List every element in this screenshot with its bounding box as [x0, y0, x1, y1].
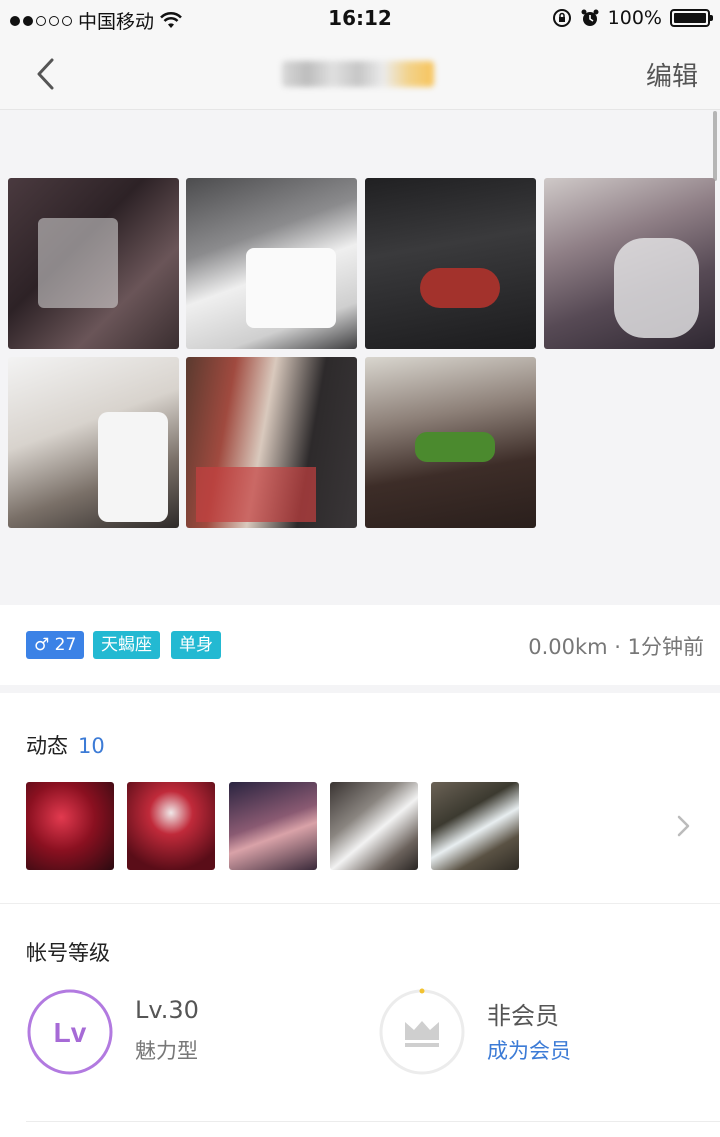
- scroll-indicator[interactable]: [713, 111, 717, 181]
- chevron-right-icon[interactable]: [674, 811, 694, 841]
- level-ring-icon: Lv: [27, 989, 113, 1075]
- profile-photo-1[interactable]: [8, 178, 179, 349]
- alarm-icon: [581, 9, 599, 26]
- edit-button[interactable]: 编辑: [646, 56, 698, 93]
- back-arrow-icon[interactable]: [30, 54, 64, 94]
- battery-percent: 100%: [607, 7, 662, 29]
- navigation-bar: 编辑: [0, 36, 720, 110]
- battery-icon: [670, 9, 713, 27]
- profile-photo-6[interactable]: [186, 357, 357, 528]
- moments-section[interactable]: 动态 10: [0, 693, 720, 903]
- divider: [26, 1121, 720, 1122]
- lv-badge-text: Lv: [54, 1017, 87, 1048]
- orientation-lock-icon: [552, 9, 571, 27]
- level-number: Lv.30: [135, 996, 199, 1024]
- moment-thumbnail-4[interactable]: [330, 782, 418, 870]
- vip-crown-icon[interactable]: [378, 988, 466, 1076]
- distance-time: 0.00km · 1分钟前: [528, 635, 704, 659]
- account-level-title: 帐号等级: [26, 941, 110, 965]
- status-right: 100%: [552, 7, 713, 29]
- moments-title: 动态: [26, 734, 68, 758]
- moment-thumbnail-2[interactable]: [127, 782, 215, 870]
- profile-photo-4[interactable]: [544, 178, 715, 349]
- profile-photo-7[interactable]: [365, 357, 536, 528]
- profile-photo-2[interactable]: [186, 178, 357, 349]
- moment-thumbnail-3[interactable]: [229, 782, 317, 870]
- become-member-link[interactable]: 成为会员: [487, 1035, 571, 1065]
- profile-info-row: ♂ 27 天蝎座 单身 0.00km · 1分钟前: [0, 605, 720, 685]
- blurred-username: [282, 58, 434, 90]
- moment-thumbnail-5[interactable]: [431, 782, 519, 870]
- photo-gallery: [0, 111, 720, 605]
- account-level-section: 帐号等级 Lv Lv.30 魅力型 非会员 成为会员: [0, 903, 720, 1137]
- gender-age-badge: ♂ 27: [26, 631, 85, 659]
- vip-status: 非会员: [487, 1002, 559, 1030]
- status-bar: 中国移动 16:12 100%: [0, 0, 720, 36]
- username-blur: [282, 61, 434, 87]
- level-type: 魅力型: [135, 1039, 198, 1063]
- profile-photo-3[interactable]: [365, 178, 536, 349]
- zodiac-badge: 天蝎座: [93, 631, 160, 659]
- moments-header: 动态 10: [26, 730, 105, 760]
- profile-photo-5[interactable]: [8, 357, 179, 528]
- moment-thumbnail-1[interactable]: [26, 782, 114, 870]
- moments-count: 10: [78, 734, 105, 758]
- relationship-badge: 单身: [171, 631, 221, 659]
